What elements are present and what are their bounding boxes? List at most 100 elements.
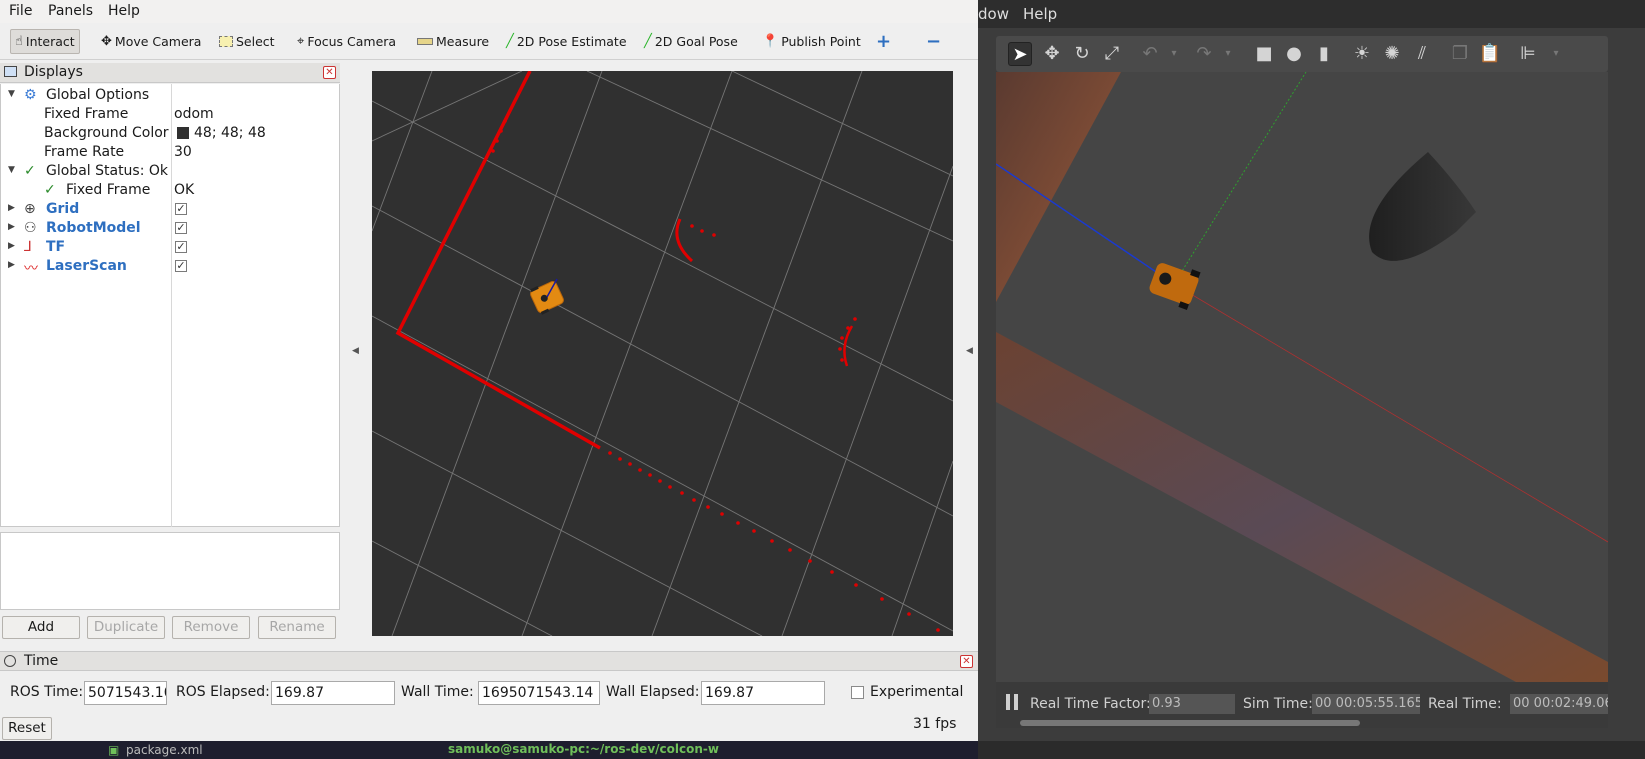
redo-icon[interactable]: ↷	[1192, 42, 1216, 66]
align-dropdown-icon[interactable]: ▾	[1544, 42, 1568, 66]
tool-move-camera[interactable]: ✥ Move Camera	[101, 29, 201, 54]
remove-display-button[interactable]: Remove	[172, 616, 250, 639]
wall-time-label: Wall Time:	[401, 684, 474, 700]
undo-icon[interactable]: ↶	[1138, 42, 1162, 66]
add-display-button[interactable]: Add	[2, 616, 80, 639]
align-icon[interactable]: ⊫	[1516, 42, 1540, 66]
copy-icon[interactable]: ❐	[1448, 42, 1472, 66]
cylinder-obstacle	[1369, 152, 1476, 261]
select-arrow-icon[interactable]: ➤	[1008, 42, 1032, 66]
sphere-shape-icon[interactable]: ●	[1282, 42, 1306, 66]
gazebo-window: dow Help ➤ ✥ ↻ ⤢ ↶ ▾ ↷ ▾ ■ ● ▮ ☀ ✺ ⫽ ❐ 📋…	[978, 0, 1645, 741]
ros-time-label: ROS Time:	[10, 684, 84, 700]
close-time-panel-icon[interactable]: ✕	[960, 655, 973, 668]
collapse-left-arrow-icon[interactable]: ◀	[352, 346, 359, 356]
expand-right-icon[interactable]: ▶	[8, 203, 15, 213]
tool-interact[interactable]: ☝ Interact	[10, 29, 80, 54]
wall-time-field[interactable]: 1695071543.14	[478, 681, 600, 705]
horizontal-scrollbar[interactable]	[1020, 720, 1360, 726]
collapse-right-arrow-icon[interactable]: ◀	[966, 346, 973, 356]
scale-icon[interactable]: ⤢	[1100, 42, 1124, 66]
background-color-swatch[interactable]	[177, 127, 189, 139]
tree-row-global-status[interactable]: ▼ ✓ Global Status: Ok	[1, 162, 339, 181]
undo-dropdown-icon[interactable]: ▾	[1162, 42, 1186, 66]
menu-file[interactable]: File	[9, 3, 32, 19]
experimental-checkbox[interactable]	[851, 686, 864, 699]
tree-row-laserscan[interactable]: ▶ 〰 LaserScan ✓	[1, 257, 339, 277]
expand-down-icon[interactable]: ▼	[8, 89, 15, 99]
close-displays-icon[interactable]: ✕	[323, 66, 336, 79]
background-color-value[interactable]: 48; 48; 48	[194, 125, 266, 141]
reset-button[interactable]: Reset	[2, 717, 52, 740]
tf-enabled-checkbox[interactable]: ✓	[175, 241, 187, 253]
global-status-label: Global Status: Ok	[46, 163, 169, 179]
ros-time-field[interactable]: 5071543.10	[84, 681, 167, 705]
tool-publish-point[interactable]: 📍 Publish Point	[762, 29, 861, 54]
wall-elapsed-field[interactable]: 169.87	[701, 681, 825, 705]
cylinder-shape-icon[interactable]: ▮	[1312, 42, 1336, 66]
gazebo-menu-help[interactable]: Help	[1023, 5, 1057, 23]
add-tool-plus-icon[interactable]: +	[876, 29, 891, 54]
time-panel-body: ROS Time: 5071543.10 ROS Elapsed: 169.87…	[0, 672, 978, 741]
rviz-3d-viewport[interactable]	[371, 70, 954, 637]
gazebo-menubar: dow Help	[978, 0, 1645, 28]
tree-row-frame-rate[interactable]: Frame Rate 30	[1, 143, 339, 162]
real-time-factor-label: Real Time Factor:	[1030, 696, 1151, 712]
tree-row-fixed-frame[interactable]: Fixed Frame odom	[1, 105, 339, 124]
tool-focus-camera-label: Focus Camera	[307, 34, 397, 49]
expand-down-icon[interactable]: ▼	[8, 165, 15, 175]
menu-help[interactable]: Help	[108, 3, 140, 19]
ros-elapsed-field[interactable]: 169.87	[271, 681, 395, 705]
tool-2d-pose-estimate[interactable]: ╱ 2D Pose Estimate	[506, 29, 627, 54]
ruler-icon	[417, 38, 433, 45]
map-pin-icon: 📍	[762, 34, 779, 49]
gazebo-3d-scene[interactable]	[996, 72, 1608, 682]
robotmodel-enabled-checkbox[interactable]: ✓	[175, 222, 187, 234]
viewport-scene	[371, 70, 954, 637]
real-time-value: 00 00:02:49.06	[1510, 694, 1608, 714]
tree-row-robotmodel[interactable]: ▶ ⚇ RobotModel ✓	[1, 219, 339, 238]
point-light-icon[interactable]: ☀	[1350, 42, 1374, 66]
tool-select[interactable]: Select	[219, 29, 275, 54]
duplicate-display-button[interactable]: Duplicate	[87, 616, 165, 639]
green-arrow-icon: ╱	[506, 34, 514, 49]
tree-row-global-options[interactable]: ▼ ⚙ Global Options	[1, 86, 339, 105]
tree-row-status-fixed-frame[interactable]: ✓ Fixed Frame OK	[1, 181, 339, 200]
expand-right-icon[interactable]: ▶	[8, 241, 15, 251]
laser-wall-segment	[395, 70, 601, 450]
rotate-icon[interactable]: ↻	[1070, 42, 1094, 66]
wall-top-left	[996, 72, 1121, 302]
wall-elapsed-label: Wall Elapsed:	[606, 684, 700, 700]
grid-enabled-checkbox[interactable]: ✓	[175, 203, 187, 215]
gazebo-scene-render	[996, 72, 1608, 682]
translate-icon[interactable]: ✥	[1040, 42, 1064, 66]
redo-dropdown-icon[interactable]: ▾	[1216, 42, 1240, 66]
focus-crosshair-icon: ⌖	[297, 34, 305, 49]
display-grid-label: Grid	[46, 201, 80, 217]
directional-light-icon[interactable]: ⫽	[1410, 42, 1434, 66]
expand-right-icon[interactable]: ▶	[8, 260, 15, 270]
tree-row-background-color[interactable]: Background Color 48; 48; 48	[1, 124, 339, 143]
tree-row-grid[interactable]: ▶ ⊕ Grid ✓	[1, 200, 339, 219]
rviz-toolbar: ☝ Interact ✥ Move Camera Select ⌖ Focus …	[0, 23, 978, 60]
expand-right-icon[interactable]: ▶	[8, 222, 15, 232]
checkmark-icon: ✓	[44, 182, 56, 198]
remove-tool-minus-icon[interactable]: −	[926, 29, 941, 54]
fps-readout: 31 fps	[913, 716, 957, 732]
rename-display-button[interactable]: Rename	[258, 616, 336, 639]
tool-2d-goal-pose[interactable]: ╱ 2D Goal Pose	[644, 29, 738, 54]
frame-rate-value[interactable]: 30	[174, 144, 192, 160]
box-shape-icon[interactable]: ■	[1252, 42, 1276, 66]
axes-icon: ⅃	[24, 239, 32, 255]
paste-icon[interactable]: 📋	[1478, 42, 1502, 66]
display-description-box	[0, 532, 340, 610]
tool-focus-camera[interactable]: ⌖ Focus Camera	[297, 29, 396, 54]
pause-icon[interactable]	[1006, 694, 1018, 710]
gazebo-menu-window[interactable]: dow	[978, 5, 1009, 23]
tree-row-tf[interactable]: ▶ ⅃ TF ✓	[1, 238, 339, 257]
fixed-frame-value[interactable]: odom	[174, 106, 214, 122]
tool-measure[interactable]: Measure	[417, 29, 489, 54]
laserscan-enabled-checkbox[interactable]: ✓	[175, 260, 187, 272]
menu-panels[interactable]: Panels	[48, 3, 93, 19]
spot-light-icon[interactable]: ✺	[1380, 42, 1404, 66]
